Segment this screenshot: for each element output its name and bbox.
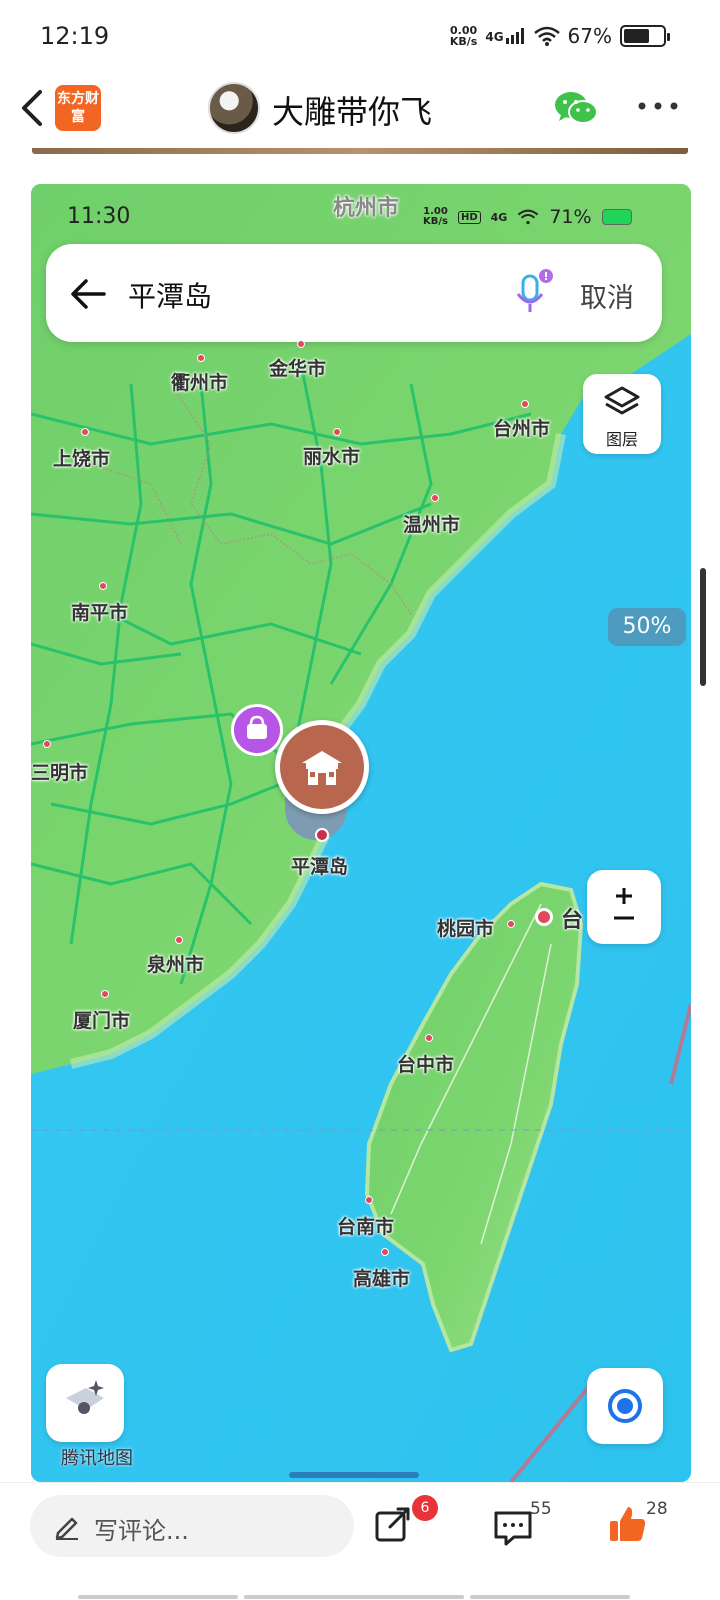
map-label-nanping: 南平市 [71,602,129,624]
layers-icon [604,386,640,415]
map-label-wenzhou: 温州市 [403,514,461,536]
city-dot [381,1248,389,1256]
share-icon[interactable] [372,1503,414,1545]
author-name[interactable]: 大雕带你飞 [272,87,432,133]
layers-label: 图层 [605,430,638,449]
shopping-pin-icon[interactable] [231,704,283,756]
layers-button[interactable]: 图层 [583,374,661,454]
avatar[interactable] [208,82,260,134]
city-dot [175,936,183,944]
back-icon[interactable] [14,86,54,130]
city-dot [507,920,515,928]
wechat-icon[interactable] [552,88,600,128]
map-label-taoyuan: 桃园市 [437,918,495,940]
map-label-pingtan: 平潭岛 [291,856,349,878]
locate-icon [608,1389,642,1423]
nav-handle-segment [470,1595,630,1599]
like-count: 28 [646,1499,668,1519]
previous-image-edge [32,148,688,154]
scroll-progress-badge: 50% [608,608,686,646]
capital-dot [535,908,553,926]
search-back-icon[interactable] [66,272,110,316]
embedded-battery-icon [601,209,632,225]
hd-icon: HD [457,210,481,224]
map-label-quzhou: 衢州市 [171,372,229,394]
map-label-lishui: 丽水市 [303,446,361,468]
map-label-taizhou: 台州市 [493,418,551,440]
map-label-sanming: 三明市 [31,762,89,784]
status-time: 12:19 [40,22,110,50]
map-screenshot-image[interactable]: 11:30 1.00 KB/s HD 4G 71% 平潭岛 取消 杭州市 衢州市… [31,184,691,1482]
status-indicators: 0.00 KB/s 4G 67% [449,24,670,48]
city-dot [197,354,205,362]
city-dot [431,494,439,502]
city-dot [99,582,107,590]
map-label-xiamen: 厦门市 [73,1010,131,1032]
cancel-button[interactable]: 取消 [580,276,634,315]
zoom-icon [614,888,634,920]
city-dot [297,340,305,348]
share-count-badge: 6 [412,1495,438,1521]
map-label-tainan: 台南市 [337,1216,395,1238]
map-search-bar[interactable]: 平潭岛 取消 [46,244,662,342]
nav-handle-segment [244,1595,464,1599]
microphone-icon[interactable] [512,268,556,318]
article-header: 东方财富 大雕带你飞 [0,72,720,152]
more-icon[interactable] [636,94,680,118]
signal-icon: 4G [485,28,525,44]
search-input[interactable]: 平潭岛 [128,275,212,315]
network-speed: 0.00 KB/s [449,24,478,48]
embedded-signal-icon: 4G [490,210,508,224]
ai-assistant-button[interactable] [46,1364,124,1442]
my-location-button[interactable] [587,1368,663,1444]
city-dot [333,428,341,436]
wifi-icon [533,26,560,46]
embedded-speed: 1.00 KB/s [423,206,448,227]
comment-bubble-icon[interactable] [492,1507,534,1547]
map-label-quanzhou: 泉州市 [147,954,205,976]
map-label-taipei: 台 [561,908,584,933]
thumbs-up-icon[interactable] [606,1503,648,1545]
map-label-taichung: 台中市 [397,1054,455,1076]
map-label-jinhua: 金华市 [269,358,327,380]
embedded-wifi-icon [518,209,539,225]
nav-handle-segment [78,1595,238,1599]
battery-fill [624,29,650,43]
comment-input[interactable]: 写评论... [30,1495,354,1557]
city-dot [81,428,89,436]
status-bar: 12:19 0.00 KB/s 4G 67% [0,0,720,72]
comment-placeholder: 写评论... [94,1517,189,1545]
embedded-time: 11:30 [67,204,131,229]
attraction-pin-icon[interactable] [275,720,369,814]
map-label-hangzhou: 杭州市 [333,196,400,221]
scrollbar[interactable] [700,568,706,686]
sparkle-icon [66,1380,104,1414]
comment-count: 55 [530,1499,552,1519]
map-label-shangrao: 上饶市 [53,448,111,470]
zoom-button[interactable] [587,870,661,944]
battery-percent: 67% [567,24,612,48]
city-dot [101,990,109,998]
embedded-indicators: 1.00 KB/s HD 4G 71% [423,206,632,228]
app-logo[interactable]: 东方财富 [55,85,101,131]
battery-icon [620,25,670,47]
pencil-icon [55,1517,78,1540]
city-dot [43,740,51,748]
city-dot [365,1196,373,1204]
bottom-action-bar: 写评论... 6 55 28 [0,1482,720,1600]
map-label-kaohsiung: 高雄市 [353,1268,411,1290]
map-brand-label: 腾讯地图 [61,1448,133,1469]
embedded-battery-percent: 71% [549,206,592,228]
selected-location-dot [315,828,329,842]
embedded-home-indicator [289,1472,419,1478]
city-dot [425,1034,433,1042]
city-dot [521,400,529,408]
